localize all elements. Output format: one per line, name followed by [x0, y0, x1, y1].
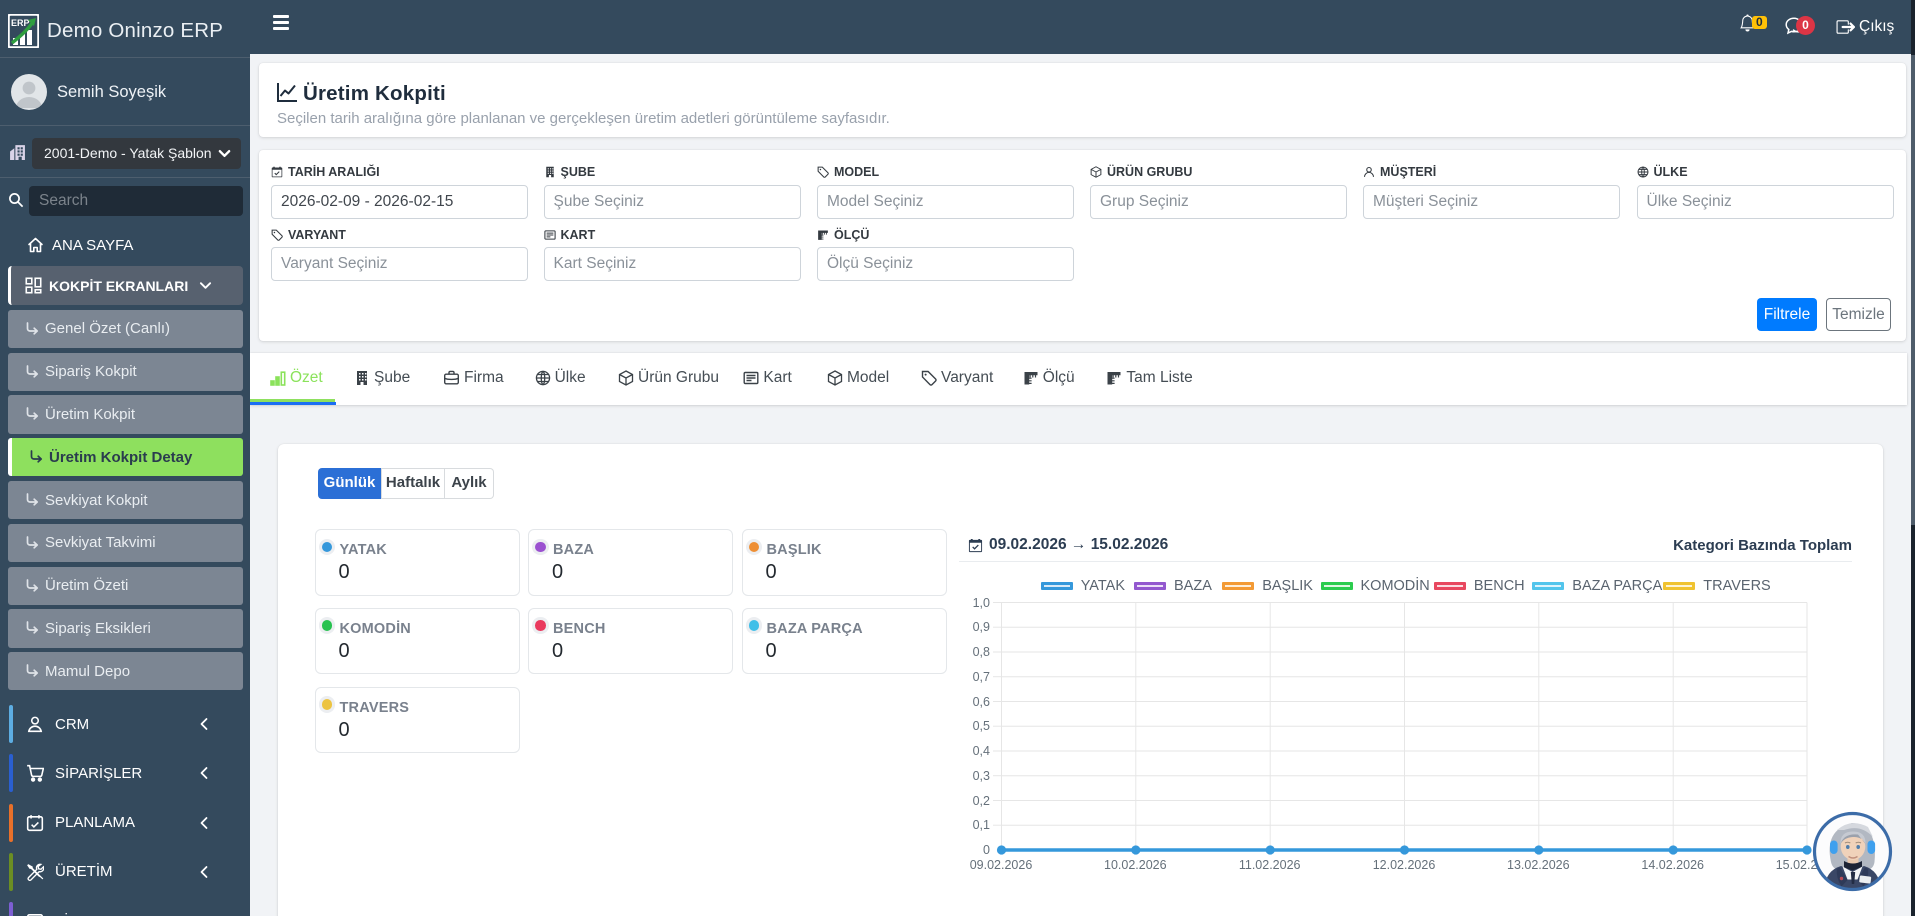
svg-text:ERP: ERP — [11, 18, 30, 28]
